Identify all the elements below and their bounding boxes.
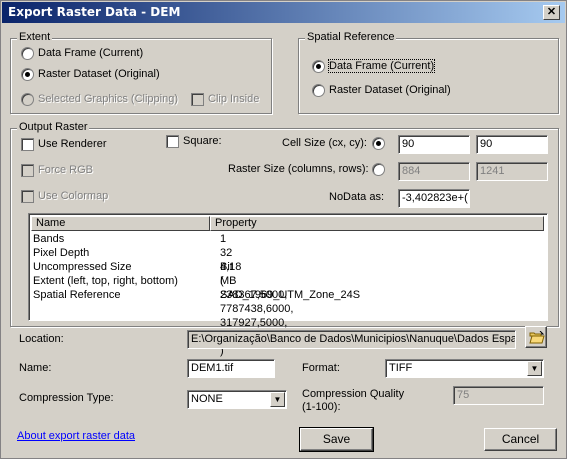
sr-data-frame-label: Data Frame (Current) bbox=[327, 59, 436, 73]
sr-radio-raster-dataset[interactable] bbox=[312, 84, 325, 97]
close-button[interactable]: ✕ bbox=[543, 5, 560, 20]
property-name: Pixel Depth bbox=[33, 247, 90, 259]
property-name: Extent (left, top, right, bottom) bbox=[33, 275, 178, 287]
extent-radio-selected-graphics[interactable] bbox=[21, 93, 34, 106]
clip-inside-label: Clip Inside bbox=[208, 93, 260, 105]
use-colormap-checkbox[interactable] bbox=[21, 190, 34, 203]
compression-type-label: Compression Type: bbox=[19, 392, 114, 404]
use-renderer-checkbox[interactable] bbox=[21, 138, 34, 151]
raster-size-label: Raster Size (columns, rows): bbox=[228, 163, 369, 175]
extent-radio-data-frame[interactable] bbox=[21, 47, 34, 60]
chevron-down-icon[interactable]: ▼ bbox=[270, 392, 285, 407]
browse-folder-button[interactable] bbox=[525, 326, 547, 348]
clip-inside-checkbox[interactable] bbox=[191, 93, 204, 106]
square-checkbox[interactable] bbox=[166, 135, 179, 148]
use-colormap-label: Use Colormap bbox=[38, 190, 109, 202]
extent-group-title: Extent bbox=[17, 31, 53, 43]
compression-type-select[interactable]: NONE ▼ bbox=[187, 390, 287, 409]
location-input[interactable]: E:\Organização\Banco de Dados\Municipios… bbox=[187, 330, 516, 349]
properties-listview[interactable]: Name Property Bands 1 Pixel Depth 32 Bit… bbox=[28, 213, 548, 357]
format-value: TIFF bbox=[389, 362, 413, 374]
compression-quality-label-line2: (1-100): bbox=[302, 401, 341, 413]
spatial-reference-group-title: Spatial Reference bbox=[305, 31, 397, 43]
name-input[interactable]: DEM1.tif bbox=[187, 359, 275, 378]
table-row[interactable]: Uncompressed Size 4,18 MB bbox=[33, 260, 241, 287]
name-label: Name: bbox=[19, 362, 52, 374]
column-header-name[interactable]: Name bbox=[31, 216, 210, 231]
about-export-link[interactable]: About export raster data bbox=[17, 430, 135, 442]
folder-open-icon bbox=[529, 330, 545, 347]
cell-size-label: Cell Size (cx, cy): bbox=[282, 137, 367, 149]
table-row[interactable]: Bands 1 bbox=[33, 232, 226, 246]
property-value: SAD_1969_UTM_Zone_24S bbox=[220, 289, 361, 301]
nodata-input[interactable]: -3,402823e+( bbox=[398, 189, 470, 208]
output-raster-group-title: Output Raster bbox=[17, 121, 90, 133]
sr-raster-dataset-label: Raster Dataset (Original) bbox=[329, 84, 451, 96]
force-rgb-label: Force RGB bbox=[38, 164, 94, 176]
raster-size-radio[interactable] bbox=[372, 163, 385, 176]
compression-quality-input[interactable]: 75 bbox=[453, 386, 544, 405]
column-header-property[interactable]: Property bbox=[210, 216, 544, 231]
format-label: Format: bbox=[302, 362, 340, 374]
extent-radio-raster-dataset[interactable] bbox=[21, 68, 34, 81]
extent-raster-dataset-label: Raster Dataset (Original) bbox=[38, 68, 160, 80]
cell-size-y-input[interactable]: 90 bbox=[476, 135, 548, 154]
raster-columns-input[interactable]: 884 bbox=[398, 162, 470, 181]
location-label: Location: bbox=[19, 333, 64, 345]
property-value: 1 bbox=[220, 233, 227, 245]
export-raster-dialog: Export Raster Data - DEM ✕ Extent Data F… bbox=[0, 0, 567, 459]
raster-rows-input[interactable]: 1241 bbox=[476, 162, 548, 181]
compression-quality-label-line1: Compression Quality bbox=[302, 388, 405, 400]
extent-selected-graphics-label: Selected Graphics (Clipping) bbox=[38, 93, 179, 105]
spatial-reference-group: Spatial Reference bbox=[298, 31, 559, 114]
square-label: Square: bbox=[183, 135, 222, 147]
compression-type-value: NONE bbox=[191, 393, 223, 405]
extent-data-frame-label: Data Frame (Current) bbox=[38, 47, 144, 59]
force-rgb-checkbox[interactable] bbox=[21, 164, 34, 177]
save-button[interactable]: Save bbox=[299, 427, 374, 452]
sr-radio-data-frame[interactable] bbox=[312, 60, 325, 73]
cell-size-radio[interactable] bbox=[372, 137, 385, 150]
property-name: Spatial Reference bbox=[33, 289, 121, 301]
nodata-label: NoData as: bbox=[329, 191, 385, 203]
table-row[interactable]: Extent (left, top, right, bottom) ( 2383… bbox=[33, 274, 293, 357]
use-renderer-label: Use Renderer bbox=[38, 138, 107, 150]
table-row[interactable]: Spatial Reference SAD_1969_UTM_Zone_24S bbox=[33, 288, 360, 302]
title-bar[interactable]: Export Raster Data - DEM ✕ bbox=[2, 2, 565, 23]
window-title: Export Raster Data - DEM bbox=[8, 5, 181, 19]
cell-size-x-input[interactable]: 90 bbox=[398, 135, 470, 154]
table-row[interactable]: Pixel Depth 32 Bit bbox=[33, 246, 233, 273]
chevron-down-icon[interactable]: ▼ bbox=[527, 361, 542, 376]
property-name: Bands bbox=[33, 233, 65, 245]
format-select[interactable]: TIFF ▼ bbox=[385, 359, 544, 378]
property-name: Uncompressed Size bbox=[33, 261, 132, 273]
cancel-button[interactable]: Cancel bbox=[484, 428, 557, 451]
